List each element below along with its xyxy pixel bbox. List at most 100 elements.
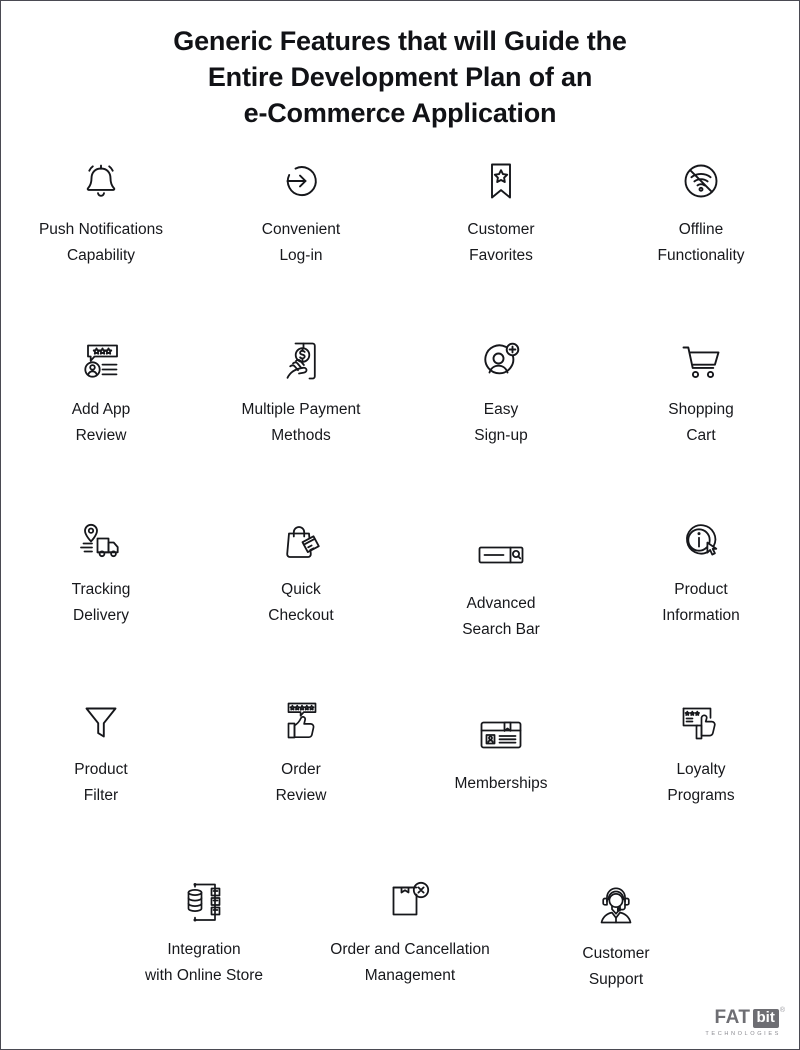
feature-item-order-cancellation-management: Order and Cancellation Management bbox=[307, 869, 513, 1019]
feature-label-line2: Log-in bbox=[279, 247, 323, 264]
feature-label: Product Filter bbox=[74, 757, 127, 809]
feature-label-line1: Customer bbox=[467, 221, 535, 238]
shopping-cart-icon bbox=[679, 335, 723, 387]
feature-label: Order Review bbox=[276, 757, 327, 809]
feature-label-line2: with Online Store bbox=[144, 967, 264, 984]
feature-item-convenient-login: Convenient Log-in bbox=[201, 149, 401, 329]
feature-label-line2: Filter bbox=[83, 787, 119, 804]
feature-label: Order and Cancellation Management bbox=[330, 937, 489, 989]
feature-label: Convenient Log-in bbox=[262, 217, 340, 269]
feature-label-line1: Multiple Payment bbox=[241, 401, 361, 418]
shopping-bag-card-icon bbox=[280, 515, 322, 567]
feature-label-line1: Loyalty bbox=[676, 761, 726, 778]
feature-label-line1: Memberships bbox=[454, 775, 548, 792]
delivery-truck-location-icon bbox=[78, 515, 124, 567]
feature-item-tracking-delivery: Tracking Delivery bbox=[1, 509, 201, 689]
feature-label: Push Notifications Capability bbox=[39, 217, 163, 269]
feature-label: Multiple Payment Methods bbox=[242, 397, 361, 449]
feature-label-line2: Information bbox=[662, 607, 740, 624]
feature-label: Integration with Online Store bbox=[145, 937, 263, 989]
feature-grid: Push Notifications Capability Convenient… bbox=[1, 149, 799, 1019]
feature-item-multiple-payment-methods: Multiple Payment Methods bbox=[201, 329, 401, 509]
feature-row-1: Push Notifications Capability Convenient… bbox=[1, 149, 800, 329]
infographic-page: Generic Features that will Guide the Ent… bbox=[0, 0, 800, 1050]
feature-label-line2: Checkout bbox=[268, 607, 334, 624]
feature-label-line2: Management bbox=[364, 967, 456, 984]
feature-label-line1: Easy bbox=[483, 401, 519, 418]
support-agent-headset-icon bbox=[595, 879, 637, 931]
feature-label-line1: Product bbox=[74, 761, 128, 778]
feature-label: Product Information bbox=[662, 577, 740, 629]
feature-item-customer-favorites: Customer Favorites bbox=[401, 149, 601, 329]
feature-label: Memberships bbox=[454, 771, 547, 797]
feature-label-line2: Favorites bbox=[469, 247, 533, 264]
feature-label-line2: Delivery bbox=[73, 607, 129, 624]
feature-item-loyalty-programs: Loyalty Programs bbox=[601, 689, 800, 869]
feature-label-line1: Advanced bbox=[466, 595, 536, 612]
feature-label-line2: Search Bar bbox=[462, 621, 540, 638]
page-title: Generic Features that will Guide the Ent… bbox=[1, 1, 799, 131]
feature-label: Easy Sign-up bbox=[474, 397, 527, 449]
feature-label-line1: Add App bbox=[71, 401, 131, 418]
feature-label-line1: Order and Cancellation bbox=[330, 941, 490, 958]
feature-label: Customer Favorites bbox=[467, 217, 534, 269]
search-bar-icon bbox=[477, 529, 525, 581]
feature-label-line2: Functionality bbox=[657, 247, 745, 264]
feature-label: Shopping Cart bbox=[668, 397, 734, 449]
bell-icon bbox=[81, 155, 121, 207]
feature-label-line2: Methods bbox=[271, 427, 331, 444]
feature-label-line2: Capability bbox=[66, 247, 136, 264]
database-integration-icon bbox=[183, 875, 225, 927]
feature-label-line1: Customer bbox=[582, 945, 650, 962]
feature-label-line2: Programs bbox=[667, 787, 735, 804]
info-circle-cursor-icon bbox=[680, 515, 722, 567]
feature-item-order-review: Order Review bbox=[201, 689, 401, 869]
feature-row-3: Tracking Delivery Quick Checkout Advance… bbox=[1, 509, 800, 689]
feature-label-line1: Push Notifications bbox=[38, 221, 164, 238]
box-cancel-icon bbox=[389, 875, 431, 927]
feature-item-quick-checkout: Quick Checkout bbox=[201, 509, 401, 689]
feature-label: Tracking Delivery bbox=[72, 577, 131, 629]
title-line-3: e-Commerce Application bbox=[243, 98, 557, 128]
funnel-filter-icon bbox=[81, 695, 121, 747]
login-arrow-circle-icon bbox=[281, 155, 321, 207]
feature-label-line2: Cart bbox=[686, 427, 716, 444]
feature-item-push-notifications: Push Notifications Capability bbox=[1, 149, 201, 329]
logo-tagline: TECHNOLOGIES bbox=[705, 1031, 781, 1037]
mobile-payment-hand-icon bbox=[281, 335, 321, 387]
feature-label-line1: Product bbox=[674, 581, 728, 598]
feature-item-product-information: Product Information bbox=[601, 509, 800, 689]
feature-label-line2: Support bbox=[588, 971, 644, 988]
trademark-symbol: ® bbox=[779, 1007, 785, 1014]
user-plus-icon bbox=[480, 335, 522, 387]
feature-label-line1: Integration bbox=[167, 941, 241, 958]
feature-label: Offline Functionality bbox=[657, 217, 744, 269]
membership-card-icon bbox=[478, 709, 524, 761]
feature-label-line1: Tracking bbox=[71, 581, 131, 598]
wifi-off-icon bbox=[681, 155, 721, 207]
feature-label-line1: Quick bbox=[281, 581, 321, 598]
feature-item-shopping-cart: Shopping Cart bbox=[601, 329, 800, 509]
logo-primary-text: FAT bbox=[714, 1007, 751, 1028]
feature-label: Loyalty Programs bbox=[667, 757, 734, 809]
feature-item-offline-functionality: Offline Functionality bbox=[601, 149, 800, 329]
thumbs-up-rating-icon bbox=[280, 695, 322, 747]
feature-label-line1: Offline bbox=[678, 221, 724, 238]
feature-item-product-filter: Product Filter bbox=[1, 689, 201, 869]
feature-item-add-app-review: Add App Review bbox=[1, 329, 201, 509]
feature-row-4: Product Filter Order Review Memberships … bbox=[1, 689, 800, 869]
feature-label-line2: Review bbox=[75, 427, 127, 444]
feature-label-line1: Order bbox=[281, 761, 321, 778]
feature-label: Quick Checkout bbox=[268, 577, 333, 629]
app-review-stars-icon bbox=[79, 335, 123, 387]
feature-item-customer-support: Customer Support bbox=[513, 869, 719, 1019]
loyalty-card-hand-icon bbox=[679, 695, 723, 747]
title-line-1: Generic Features that will Guide the bbox=[173, 26, 627, 56]
feature-label-line1: Convenient bbox=[261, 221, 341, 238]
feature-row-2: Add App Review Multiple Payment Methods … bbox=[1, 329, 800, 509]
bookmark-star-icon bbox=[484, 155, 518, 207]
feature-label-line2: Sign-up bbox=[474, 427, 528, 444]
feature-item-memberships: Memberships bbox=[401, 689, 601, 869]
logo-wordmark: FAT bit ® bbox=[715, 1007, 785, 1029]
feature-label: Customer Support bbox=[582, 941, 649, 993]
